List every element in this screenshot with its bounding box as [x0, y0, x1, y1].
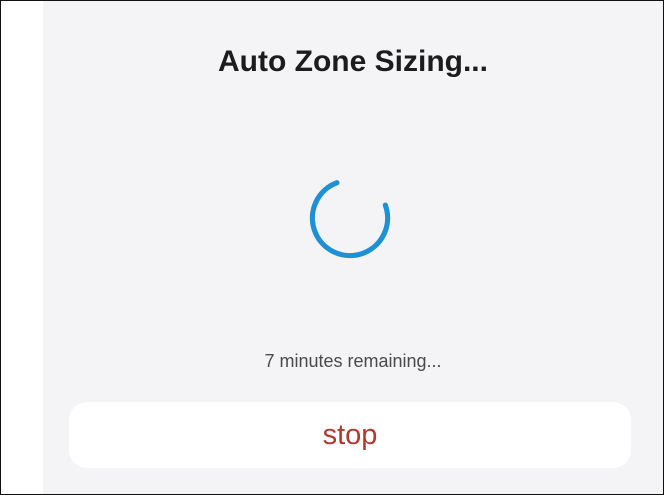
dialog-title: Auto Zone Sizing...: [218, 45, 488, 78]
stop-button[interactable]: stop: [69, 402, 631, 468]
time-remaining-text: 7 minutes remaining...: [264, 351, 442, 371]
loading-spinner-icon: [309, 177, 391, 259]
auto-zone-sizing-dialog: Auto Zone Sizing... 7 minutes remaining.…: [43, 1, 663, 494]
screenshot-frame: Auto Zone Sizing... 7 minutes remaining.…: [0, 0, 664, 495]
